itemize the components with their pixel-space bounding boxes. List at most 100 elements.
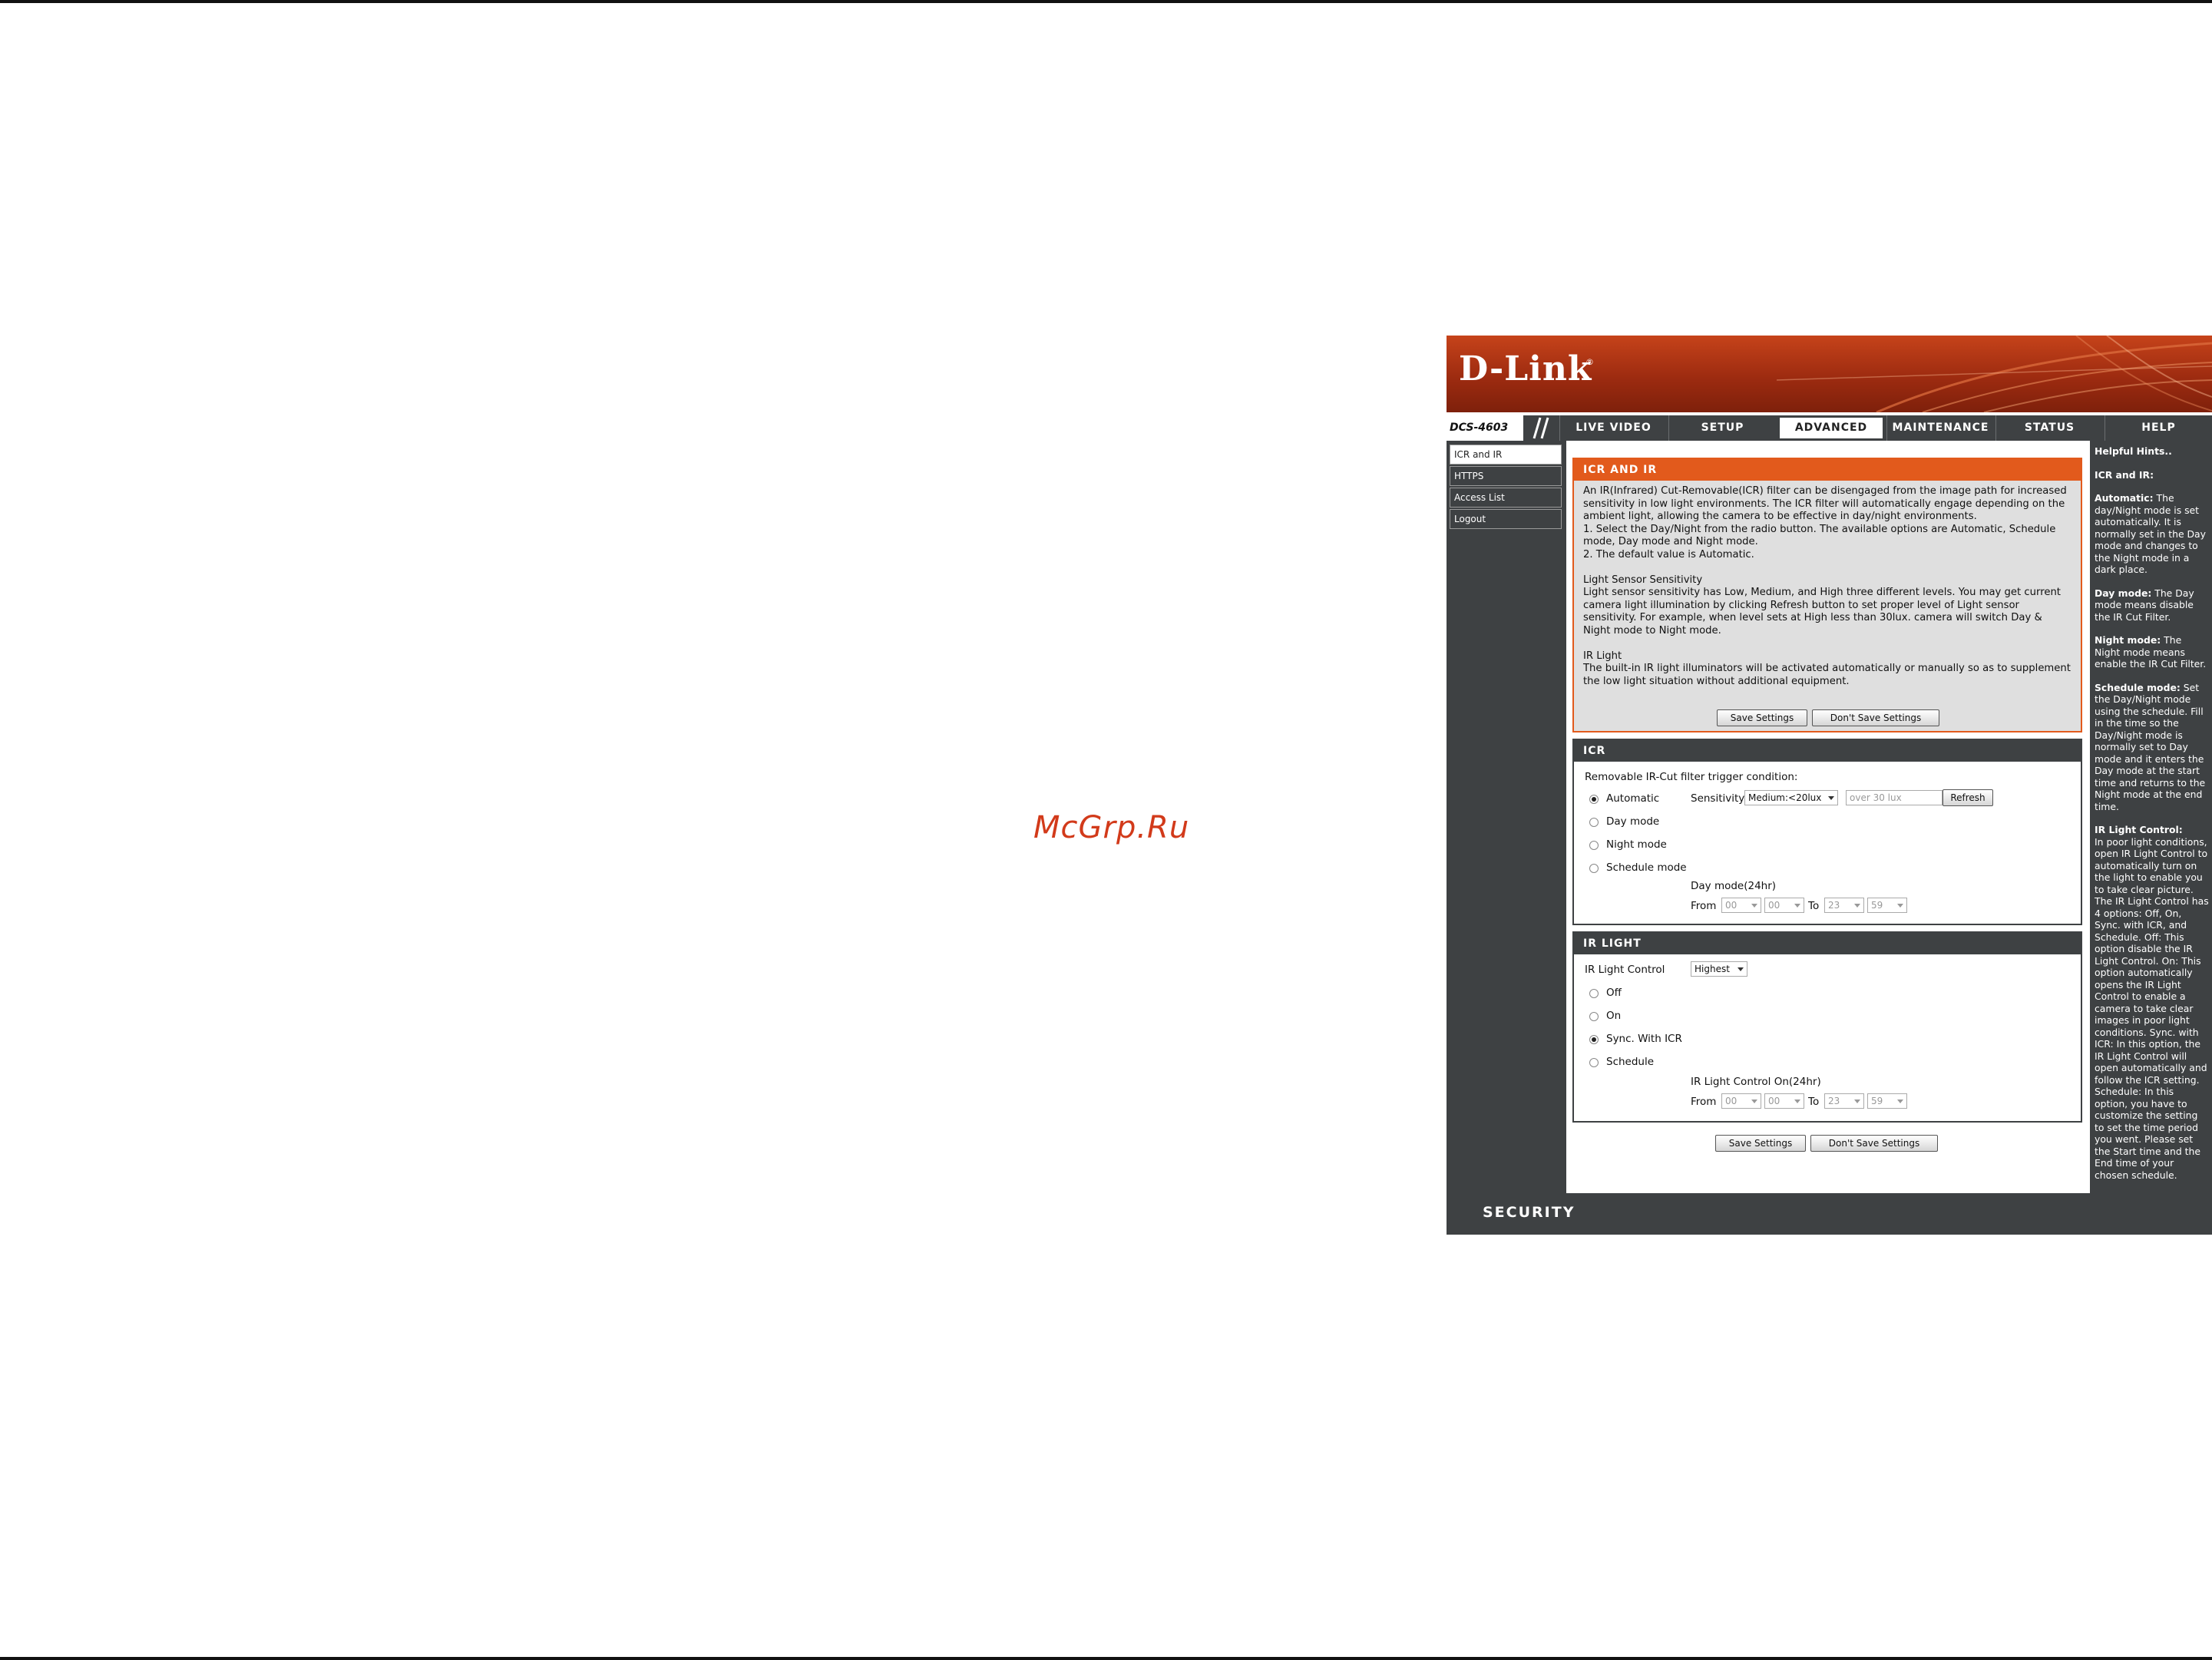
ir-light-control-label: IR Light Control <box>1585 964 1665 976</box>
radio-automatic[interactable] <box>1589 795 1599 804</box>
save-settings-button[interactable]: Save Settings <box>1717 709 1807 726</box>
intro-line: 2. The default value is Automatic. <box>1583 548 1754 560</box>
bottom-rule <box>0 1657 2212 1660</box>
bottom-dont-save-settings-button[interactable]: Don't Save Settings <box>1810 1135 1938 1152</box>
icr-from-hour-value: 00 <box>1725 900 1738 911</box>
ir-light-control-select[interactable]: Highest <box>1691 961 1747 977</box>
intro-panel: ICR AND IR An IR(Infrared) Cut-Removable… <box>1572 458 2082 732</box>
chevron-down-icon <box>1751 904 1757 908</box>
ir-to-minute-value: 59 <box>1871 1096 1883 1106</box>
ir-to-hour-select[interactable]: 23 <box>1824 1093 1864 1109</box>
tab-live-video[interactable]: LIVE VIDEO <box>1559 415 1667 441</box>
radio-day-mode-label: Day mode <box>1606 815 1660 828</box>
icr-title: ICR <box>1574 740 2081 762</box>
ir-from-minute-select[interactable]: 00 <box>1764 1093 1804 1109</box>
hint-automatic: Automatic: The day/Night mode is set aut… <box>2095 492 2209 576</box>
hints-title: Helpful Hints.. <box>2095 445 2172 457</box>
radio-night-mode[interactable] <box>1589 841 1599 850</box>
tab-maintenance[interactable]: MAINTENANCE <box>1886 415 1994 441</box>
ir-light-panel: IR LIGHT IR Light Control Highest Off On… <box>1572 931 2082 1123</box>
intro-line: An IR(Infrared) Cut-Removable(ICR) filte… <box>1583 485 2067 523</box>
sidebar-item-access-list[interactable]: Access List <box>1450 488 1562 508</box>
tab-status[interactable]: STATUS <box>1995 415 2103 441</box>
ir-from-hour-select[interactable]: 00 <box>1721 1093 1761 1109</box>
sensor-description: Light sensor sensitivity has Low, Medium… <box>1583 587 2061 637</box>
ir-light-control-value: Highest <box>1695 964 1730 974</box>
radio-automatic-label: Automatic <box>1606 792 1660 805</box>
hint-night-mode: Night mode: The Night mode means enable … <box>2095 634 2209 670</box>
intro-title: ICR AND IR <box>1574 459 2081 481</box>
radio-ir-off[interactable] <box>1589 989 1599 998</box>
hint-term: IR Light Control: <box>2095 824 2183 835</box>
tab-setup[interactable]: SETUP <box>1668 415 1776 441</box>
icr-from-minute-value: 00 <box>1768 900 1781 911</box>
radio-ir-on[interactable] <box>1589 1012 1599 1021</box>
tab-advanced[interactable]: ADVANCED <box>1777 415 1885 441</box>
radio-day-mode[interactable] <box>1589 818 1599 827</box>
ir-to-hour-value: 23 <box>1828 1096 1840 1106</box>
icr-from-hour-select[interactable]: 00 <box>1721 898 1761 913</box>
hint-day-mode: Day mode: The Day mode means disable the… <box>2095 587 2209 623</box>
dlink-logo: D-Link <box>1459 349 1592 389</box>
lux-readout-field: over 30 lux <box>1846 790 1943 805</box>
ir-description: The built-in IR light illuminators will … <box>1583 663 2071 687</box>
footer-security-label: SECURITY <box>1483 1204 1576 1221</box>
ir-from-minute-value: 00 <box>1768 1096 1781 1106</box>
hint-text: Set the Day/Night mode using the schedul… <box>2095 681 2206 812</box>
top-navigation: DCS-4603 LIVE VIDEO SETUP ADVANCED MAINT… <box>1447 415 2212 441</box>
radio-ir-on-label: On <box>1606 1010 1622 1022</box>
chevron-down-icon <box>1897 904 1903 908</box>
chevron-down-icon <box>1828 796 1834 800</box>
radio-ir-schedule[interactable] <box>1589 1058 1599 1067</box>
registered-mark: ® <box>1585 357 1594 367</box>
ir-light-title: IR LIGHT <box>1574 933 2081 954</box>
watermark-text: McGrp.Ru <box>1033 810 1190 845</box>
radio-schedule-mode-label: Schedule mode <box>1606 861 1687 874</box>
sensitivity-select[interactable]: Medium:<20lux <box>1744 790 1838 805</box>
refresh-button[interactable]: Refresh <box>1943 789 1993 806</box>
model-label: DCS-4603 <box>1447 415 1523 441</box>
intro-line: 1. Select the Day/Night from the radio b… <box>1583 523 2056 548</box>
radio-ir-schedule-label: Schedule <box>1606 1056 1655 1068</box>
ir-schedule-label: IR Light Control On(24hr) <box>1691 1076 1821 1088</box>
camera-web-ui: D-Link ® DCS-4603 LIVE VIDEO SETUP ADVAN… <box>1447 336 2212 1235</box>
header-banner: D-Link ® <box>1447 336 2212 412</box>
icr-from-minute-select[interactable]: 00 <box>1764 898 1804 913</box>
helpful-hints-panel: Helpful Hints.. ICR and IR: Automatic: T… <box>2090 441 2212 1193</box>
chevron-down-icon <box>1854 904 1860 908</box>
sidebar-item-icr-and-ir[interactable]: ICR and IR <box>1450 445 1562 465</box>
main-tabs: LIVE VIDEO SETUP ADVANCED MAINTENANCE ST… <box>1559 415 2212 441</box>
top-rule <box>0 0 2212 3</box>
bottom-save-settings-button[interactable]: Save Settings <box>1715 1135 1806 1152</box>
ir-from-label: From <box>1691 1096 1717 1108</box>
icr-to-hour-select[interactable]: 23 <box>1824 898 1864 913</box>
radio-schedule-mode[interactable] <box>1589 864 1599 873</box>
ir-heading: IR Light <box>1583 650 1622 662</box>
ir-to-minute-select[interactable]: 59 <box>1867 1093 1907 1109</box>
hint-schedule-mode: Schedule mode: Set the Day/Night mode us… <box>2095 682 2209 813</box>
icr-to-label: To <box>1808 900 1820 912</box>
sensor-heading: Light Sensor Sensitivity <box>1583 574 1703 586</box>
sidebar-item-logout[interactable]: Logout <box>1450 509 1562 529</box>
sidebar: ICR and IR HTTPS Access List Logout <box>1447 441 1566 1193</box>
hint-term: Night mode: <box>2095 634 2161 646</box>
dont-save-settings-button[interactable]: Don't Save Settings <box>1812 709 1939 726</box>
icr-to-hour-value: 23 <box>1828 900 1840 911</box>
double-slash-icon <box>1533 417 1549 439</box>
icr-panel: ICR Removable IR-Cut filter trigger cond… <box>1572 739 2082 925</box>
intro-description: An IR(Infrared) Cut-Removable(ICR) filte… <box>1574 481 2081 688</box>
tab-help[interactable]: HELP <box>2105 415 2212 441</box>
radio-ir-off-label: Off <box>1606 987 1622 999</box>
radio-night-mode-label: Night mode <box>1606 838 1667 851</box>
icr-schedule-label: Day mode(24hr) <box>1691 880 1777 892</box>
hint-text: In poor light conditions, open IR Light … <box>2095 835 2209 1181</box>
sidebar-item-https[interactable]: HTTPS <box>1450 466 1562 486</box>
icr-to-minute-select[interactable]: 59 <box>1867 898 1907 913</box>
radio-ir-sync-with-icr[interactable] <box>1589 1035 1599 1044</box>
chevron-down-icon <box>1794 904 1800 908</box>
icr-from-label: From <box>1691 900 1717 912</box>
icr-trigger-label: Removable IR-Cut filter trigger conditio… <box>1585 771 1798 783</box>
hints-icr-title: ICR and IR: <box>2095 468 2154 481</box>
hint-term: Schedule mode: <box>2095 681 2181 693</box>
ir-to-label: To <box>1808 1096 1820 1108</box>
